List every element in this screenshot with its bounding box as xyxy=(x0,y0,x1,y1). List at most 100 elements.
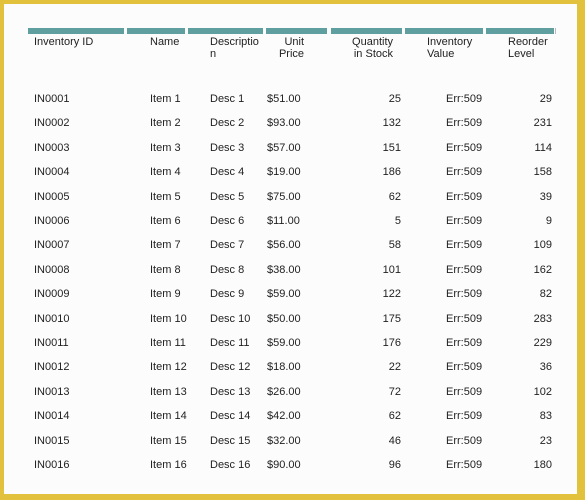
cell-name[interactable]: Item 15 xyxy=(150,434,187,448)
cell-reorder[interactable]: 82 xyxy=(490,287,552,301)
cell-name[interactable]: Item 9 xyxy=(150,287,181,301)
cell-desc[interactable]: Desc 15 xyxy=(210,434,250,448)
cell-desc[interactable]: Desc 9 xyxy=(210,287,244,301)
cell-price[interactable]: $56.00 xyxy=(267,238,301,252)
cell-reorder[interactable]: 29 xyxy=(490,92,552,106)
cell-reorder[interactable]: 83 xyxy=(490,409,552,423)
cell-name[interactable]: Item 3 xyxy=(150,141,181,155)
cell-qty[interactable]: 5 xyxy=(331,214,401,228)
cell-value[interactable]: Err:509 xyxy=(446,141,482,155)
cell-id[interactable]: IN0013 xyxy=(34,385,69,399)
cell-value[interactable]: Err:509 xyxy=(446,385,482,399)
cell-id[interactable]: IN0005 xyxy=(34,190,69,204)
cell-id[interactable]: IN0009 xyxy=(34,287,69,301)
cell-id[interactable]: IN0015 xyxy=(34,434,69,448)
cell-name[interactable]: Item 6 xyxy=(150,214,181,228)
cell-desc[interactable]: Desc 2 xyxy=(210,116,244,130)
cell-desc[interactable]: Desc 16 xyxy=(210,458,250,472)
cell-value[interactable]: Err:509 xyxy=(446,409,482,423)
cell-name[interactable]: Item 10 xyxy=(150,312,187,326)
column-header[interactable]: Unit Price xyxy=(266,36,304,60)
cell-name[interactable]: Item 14 xyxy=(150,409,187,423)
cell-reorder[interactable]: 114 xyxy=(490,141,552,155)
column-header[interactable]: Inventory Value xyxy=(427,36,472,60)
column-header[interactable]: Quantity in Stock xyxy=(331,36,393,60)
cell-qty[interactable]: 22 xyxy=(331,360,401,374)
cell-qty[interactable]: 25 xyxy=(331,92,401,106)
cell-reorder[interactable]: 283 xyxy=(490,312,552,326)
cell-desc[interactable]: Desc 10 xyxy=(210,312,250,326)
cell-value[interactable]: Err:509 xyxy=(446,336,482,350)
cell-desc[interactable]: Desc 7 xyxy=(210,238,244,252)
cell-qty[interactable]: 96 xyxy=(331,458,401,472)
cell-id[interactable]: IN0006 xyxy=(34,214,69,228)
cell-reorder[interactable]: 36 xyxy=(490,360,552,374)
cell-qty[interactable]: 62 xyxy=(331,409,401,423)
cell-price[interactable]: $38.00 xyxy=(267,263,301,277)
cell-desc[interactable]: Desc 8 xyxy=(210,263,244,277)
cell-name[interactable]: Item 4 xyxy=(150,165,181,179)
cell-reorder[interactable]: 180 xyxy=(490,458,552,472)
cell-qty[interactable]: 58 xyxy=(331,238,401,252)
cell-price[interactable]: $18.00 xyxy=(267,360,301,374)
cell-id[interactable]: IN0007 xyxy=(34,238,69,252)
cell-price[interactable]: $11.00 xyxy=(267,214,300,228)
cell-price[interactable]: $19.00 xyxy=(267,165,301,179)
cell-value[interactable]: Err:509 xyxy=(446,312,482,326)
cell-name[interactable]: Item 13 xyxy=(150,385,187,399)
cell-id[interactable]: IN0010 xyxy=(34,312,69,326)
cell-qty[interactable]: 175 xyxy=(331,312,401,326)
cell-name[interactable]: Item 1 xyxy=(150,92,181,106)
cell-price[interactable]: $26.00 xyxy=(267,385,301,399)
cell-id[interactable]: IN0011 xyxy=(34,336,69,350)
cell-qty[interactable]: 151 xyxy=(331,141,401,155)
cell-reorder[interactable]: 109 xyxy=(490,238,552,252)
cell-desc[interactable]: Desc 14 xyxy=(210,409,250,423)
cell-reorder[interactable]: 229 xyxy=(490,336,552,350)
cell-qty[interactable]: 122 xyxy=(331,287,401,301)
column-header[interactable]: Name xyxy=(150,36,179,48)
cell-desc[interactable]: Desc 4 xyxy=(210,165,244,179)
cell-qty[interactable]: 101 xyxy=(331,263,401,277)
cell-id[interactable]: IN0008 xyxy=(34,263,69,277)
cell-qty[interactable]: 62 xyxy=(331,190,401,204)
cell-value[interactable]: Err:509 xyxy=(446,214,482,228)
cell-desc[interactable]: Desc 3 xyxy=(210,141,244,155)
cell-reorder[interactable]: 23 xyxy=(490,434,552,448)
cell-qty[interactable]: 46 xyxy=(331,434,401,448)
cell-desc[interactable]: Desc 1 xyxy=(210,92,244,106)
cell-id[interactable]: IN0002 xyxy=(34,116,69,130)
cell-reorder[interactable]: 39 xyxy=(490,190,552,204)
cell-name[interactable]: Item 5 xyxy=(150,190,181,204)
cell-desc[interactable]: Desc 11 xyxy=(210,336,250,350)
cell-price[interactable]: $59.00 xyxy=(267,287,301,301)
cell-price[interactable]: $42.00 xyxy=(267,409,301,423)
column-header[interactable]: Inventory ID xyxy=(34,36,93,48)
column-header[interactable]: Reorder Level xyxy=(508,36,548,60)
cell-id[interactable]: IN0014 xyxy=(34,409,69,423)
cell-price[interactable]: $51.00 xyxy=(267,92,301,106)
cell-id[interactable]: IN0003 xyxy=(34,141,69,155)
cell-reorder[interactable]: 162 xyxy=(490,263,552,277)
cell-price[interactable]: $90.00 xyxy=(267,458,301,472)
cell-desc[interactable]: Desc 6 xyxy=(210,214,244,228)
cell-qty[interactable]: 132 xyxy=(331,116,401,130)
cell-value[interactable]: Err:509 xyxy=(446,263,482,277)
cell-id[interactable]: IN0012 xyxy=(34,360,69,374)
cell-value[interactable]: Err:509 xyxy=(446,360,482,374)
cell-id[interactable]: IN0001 xyxy=(34,92,69,106)
cell-price[interactable]: $59.00 xyxy=(267,336,301,350)
cell-value[interactable]: Err:509 xyxy=(446,116,482,130)
cell-qty[interactable]: 186 xyxy=(331,165,401,179)
cell-name[interactable]: Item 2 xyxy=(150,116,181,130)
cell-name[interactable]: Item 8 xyxy=(150,263,181,277)
cell-reorder[interactable]: 9 xyxy=(490,214,552,228)
cell-value[interactable]: Err:509 xyxy=(446,287,482,301)
cell-value[interactable]: Err:509 xyxy=(446,190,482,204)
cell-name[interactable]: Item 7 xyxy=(150,238,181,252)
cell-id[interactable]: IN0016 xyxy=(34,458,69,472)
cell-value[interactable]: Err:509 xyxy=(446,458,482,472)
cell-price[interactable]: $32.00 xyxy=(267,434,301,448)
cell-value[interactable]: Err:509 xyxy=(446,434,482,448)
cell-price[interactable]: $93.00 xyxy=(267,116,301,130)
